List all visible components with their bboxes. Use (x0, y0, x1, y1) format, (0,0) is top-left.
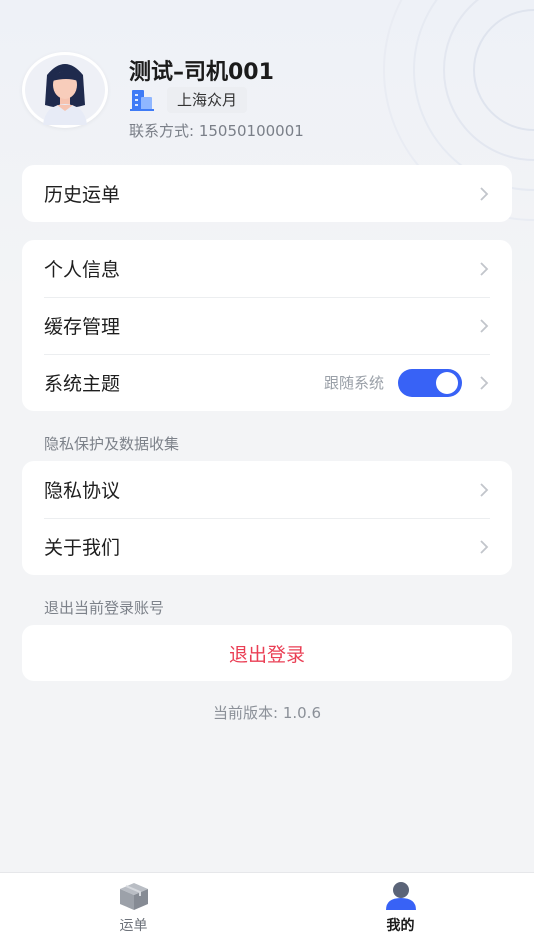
menu-item-label: 系统主题 (44, 373, 121, 395)
profile-header: 测试–司机001 上海众月 联系方式: 15050100001 (22, 50, 512, 145)
menu-item-label: 缓存管理 (44, 316, 121, 338)
chevron-right-icon (480, 186, 489, 201)
menu-item-personal-info[interactable]: 个人信息 (22, 240, 512, 297)
tab-waybill[interactable]: 运单 (0, 873, 267, 950)
box-icon (119, 883, 148, 910)
menu-item-cache[interactable]: 缓存管理 (22, 297, 512, 354)
driver-name: 测试–司机001 (129, 60, 274, 85)
chevron-right-icon (480, 375, 489, 390)
logout-button[interactable]: 退出登录 (22, 625, 512, 681)
tab-label: 运单 (119, 918, 148, 934)
menu-item-label: 个人信息 (44, 259, 121, 281)
chevron-right-icon (480, 318, 489, 333)
building-icon (129, 88, 155, 112)
contact-info: 联系方式: 15050100001 (129, 122, 304, 140)
chevron-right-icon (480, 261, 489, 276)
privacy-section-title: 隐私保护及数据收集 (44, 435, 180, 453)
history-card: 历史运单 (22, 165, 512, 222)
tab-label: 我的 (386, 918, 415, 934)
menu-item-label: 历史运单 (44, 184, 121, 206)
theme-follow-system-toggle[interactable] (398, 368, 462, 397)
person-icon (385, 882, 416, 910)
menu-item-theme[interactable]: 系统主题 跟随系统 (22, 354, 512, 411)
company-row: 上海众月 (129, 87, 248, 113)
chevron-right-icon (480, 539, 489, 554)
menu-item-about[interactable]: 关于我们 (22, 518, 512, 575)
menu-item-history[interactable]: 历史运单 (22, 165, 512, 222)
menu-item-label: 关于我们 (44, 537, 121, 559)
tab-mine[interactable]: 我的 (267, 873, 534, 950)
theme-value: 跟随系统 (323, 374, 384, 392)
avatar[interactable] (22, 52, 108, 128)
logout-label: 退出登录 (228, 643, 305, 666)
app-version: 当前版本: 1.0.6 (213, 704, 321, 722)
settings-card: 个人信息 缓存管理 系统主题 跟随系统 (22, 240, 512, 411)
avatar-woman-icon (43, 64, 87, 125)
toggle-knob (436, 371, 458, 394)
privacy-card: 隐私协议 关于我们 (22, 461, 512, 575)
company-tag: 上海众月 (167, 87, 248, 113)
menu-item-privacy-policy[interactable]: 隐私协议 (22, 461, 512, 518)
bottom-tab-bar: 运单 我的 (0, 872, 534, 950)
logout-section-title: 退出当前登录账号 (44, 599, 165, 617)
chevron-right-icon (480, 482, 489, 497)
menu-item-label: 隐私协议 (44, 480, 121, 502)
